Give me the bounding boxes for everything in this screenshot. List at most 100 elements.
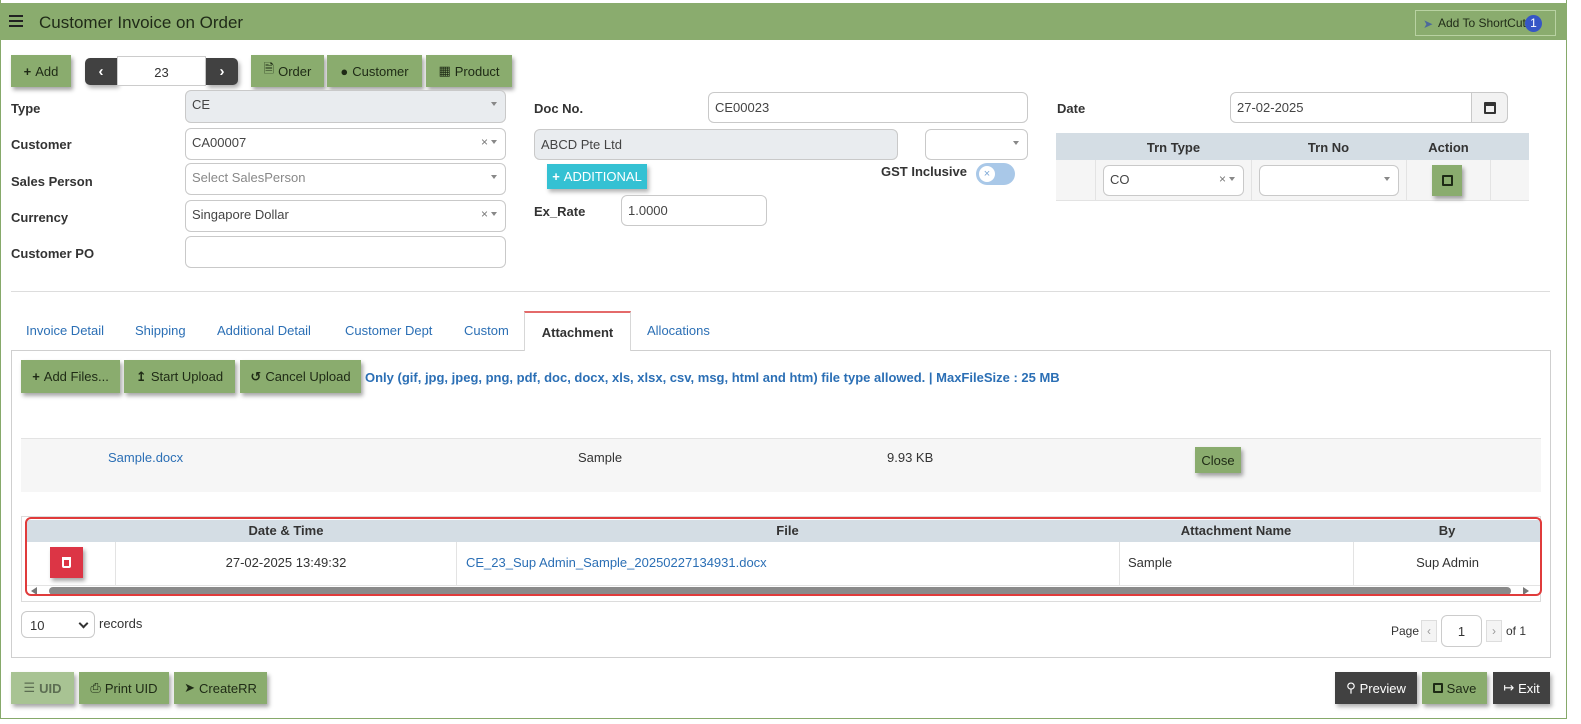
plus-icon: + [32,369,40,384]
tab-customer-dept[interactable]: Customer Dept [345,323,432,338]
toggle-off-icon: × [979,166,995,182]
row-datetime: 27-02-2025 13:49:32 [115,542,456,585]
file-header: File [776,523,799,538]
currency-select[interactable]: Singapore Dollar × [185,200,506,232]
row-by: Sup Admin [1353,542,1541,585]
page-size-select[interactable]: 10 [21,611,95,638]
previous-record-button[interactable]: ‹ [85,58,117,85]
print-uid-label: Print UID [104,680,158,696]
calendar-button[interactable] [1471,92,1508,123]
trn-type-header: Trn Type [1146,140,1201,155]
page-title: Customer Invoice on Order [39,13,244,32]
prev-page-button[interactable]: ‹ [1421,620,1437,642]
add-to-shortcut-label: Add To ShortCut [1438,16,1526,30]
start-upload-button[interactable]: ↥ Start Upload [124,360,235,393]
ex-rate-label: Ex_Rate [534,204,586,219]
tab-allocations[interactable]: Allocations [647,323,710,338]
tab-custom[interactable]: Custom [464,323,509,338]
add-button-label: Add [35,63,59,79]
chevron-down-icon [491,175,497,179]
customer-value: CA00007 [192,135,247,150]
gst-inclusive-toggle[interactable]: × [976,163,1015,185]
sales-person-select[interactable]: Select SalesPerson [185,163,506,195]
chevron-down-icon [491,140,497,144]
add-files-label: Add Files... [43,369,109,384]
plus-icon: + [23,63,32,79]
hamburger-menu-icon[interactable] [9,15,23,27]
document-icon: 🗎 [263,61,275,76]
customer-extra-select[interactable] [925,129,1028,160]
exit-button[interactable]: ↦ Exit [1493,672,1550,704]
tab-invoice-detail[interactable]: Invoice Detail [26,323,104,338]
record-number-input[interactable]: 23 [117,56,206,86]
sign-out-icon: ↦ [1503,680,1515,695]
order-button[interactable]: 🗎 Order [251,55,324,87]
tab-attachment[interactable]: Attachment [524,311,631,351]
plus-icon: + [552,169,560,184]
uid-button[interactable]: ☰ UID [11,672,74,704]
shortcut-count-badge: 1 [1525,15,1542,32]
sales-person-placeholder: Select SalesPerson [192,170,306,185]
row-file-link[interactable]: CE_23_Sup Admin_Sample_20250227134931.do… [456,542,1119,585]
delete-row-button[interactable] [50,547,83,578]
calendar-icon [1483,101,1496,114]
table-row: 27-02-2025 13:49:32 CE_23_Sup Admin_Samp… [26,542,1541,586]
save-icon [1432,683,1443,693]
file-type-note: Only (gif, jpg, jpeg, png, pdf, doc, doc… [365,370,1060,385]
trn-col-divider [1490,160,1491,201]
product-button-label: Product [454,63,500,79]
order-button-label: Order [278,63,312,79]
upload-icon: ↥ [135,368,147,384]
preview-button[interactable]: ⚲ Preview [1335,672,1417,704]
cancel-upload-label: Cancel Upload [265,369,351,384]
customer-po-input[interactable] [185,236,506,268]
clear-icon[interactable]: × [481,207,488,221]
trn-no-header: Trn No [1307,140,1350,155]
next-page-button[interactable]: › [1486,620,1502,642]
clear-icon[interactable]: × [481,135,488,149]
date-time-header: Date & Time [248,523,324,538]
chevron-left-icon: ‹ [1427,624,1431,638]
print-uid-button[interactable]: ⎙ Print UID [79,672,169,704]
product-button[interactable]: ▦ Product [426,55,512,87]
add-button[interactable]: + Add [11,55,71,87]
additional-button-label: ADDITIONAL [563,169,642,184]
chevron-down-icon [491,212,497,216]
pending-file-label: Sample [578,450,623,465]
scroll-left-icon[interactable] [31,587,37,595]
tab-shipping[interactable]: Shipping [135,323,186,338]
additional-button[interactable]: + ADDITIONAL [547,164,647,189]
add-files-button[interactable]: + Add Files... [21,360,120,393]
undo-icon: ↺ [250,368,262,384]
type-select[interactable]: CE [185,90,506,123]
ex-rate-input[interactable]: 1.0000 [621,195,767,226]
currency-label: Currency [11,210,69,225]
create-rr-button[interactable]: ➤ CreateRR [174,672,267,704]
search-icon: ⚲ [1346,680,1356,695]
preview-label: Preview [1359,680,1406,696]
doc-no-input[interactable]: CE00023 [708,92,1028,123]
trn-col-divider [1406,160,1407,201]
trn-save-button[interactable] [1432,165,1462,196]
close-button[interactable]: Close [1195,447,1241,473]
trn-type-select[interactable]: CO × [1103,165,1244,196]
customer-name-input: ABCD Pte Ltd [534,129,898,160]
tab-additional-detail[interactable]: Additional Detail [217,323,311,338]
save-icon [1441,175,1453,186]
save-button[interactable]: Save [1422,672,1487,704]
next-record-button[interactable]: › [206,58,238,85]
pending-file-name[interactable]: Sample.docx [108,450,183,465]
date-input[interactable]: 27-02-2025 [1230,92,1508,123]
page-input[interactable]: 1 [1441,615,1482,647]
scrollbar-thumb[interactable] [49,587,1511,595]
cancel-upload-button[interactable]: ↺ Cancel Upload [240,360,361,393]
trn-col-divider [1251,160,1252,201]
chevron-down-icon [491,102,497,106]
customer-select[interactable]: CA00007 × [185,128,506,160]
scroll-right-icon[interactable] [1523,587,1529,595]
customer-button[interactable]: ● Customer [327,55,422,87]
clear-icon[interactable]: × [1219,172,1226,186]
customer-po-label: Customer PO [11,246,95,261]
trn-no-select[interactable] [1259,165,1399,196]
sales-person-label: Sales Person [11,174,93,189]
